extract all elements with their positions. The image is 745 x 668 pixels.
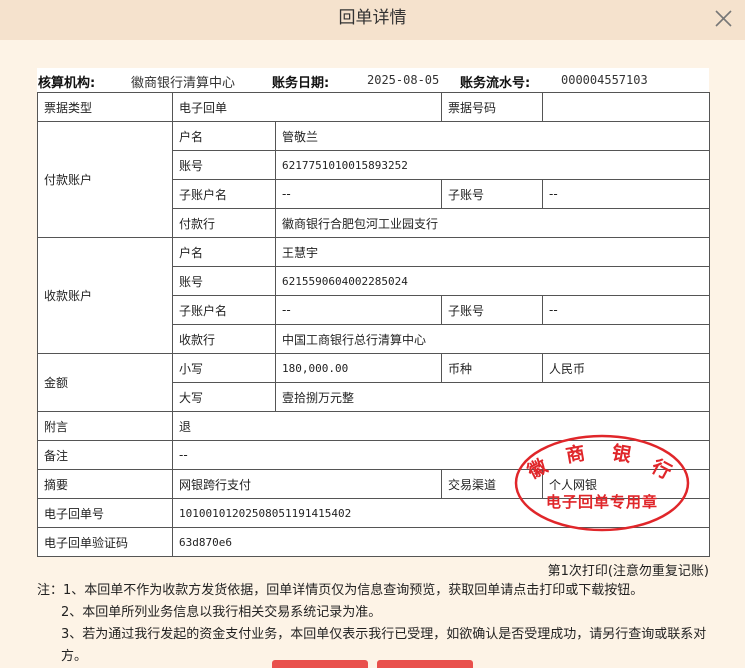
- payer-section-label: 付款账户: [37, 121, 173, 238]
- summary-value: 网银跨行支付: [171, 469, 443, 499]
- svg-text:行: 行: [647, 454, 675, 484]
- bill-type-label: 票据类型: [37, 92, 173, 122]
- bill-type-value: 电子回单: [171, 92, 443, 122]
- verify-code-label: 电子回单验证码: [37, 527, 173, 557]
- remark-label: 备注: [37, 440, 173, 470]
- payer-name: 管敬兰: [274, 121, 711, 151]
- note-item: 3、若为通过我行发起的资金支付业务，本回单仅表示我行已受理，如欲确认是否受理成功…: [61, 627, 707, 664]
- payer-name-label: 户名: [172, 121, 276, 151]
- notes-section: 注：1、本回单不作为收款方发货依据，回单详情页仅为信息查询预览，获取回单请点击打…: [37, 580, 709, 668]
- summary-label: 摘要: [37, 469, 173, 499]
- currency-label: 币种: [441, 353, 544, 383]
- note-item: 2、本回单所列业务信息以我行相关交易系统记录为准。: [61, 605, 382, 620]
- payee-sub-no-label: 子账号: [441, 295, 544, 325]
- payee-sub-name-label: 子账户名: [172, 295, 276, 325]
- serial-value: 000004557103: [561, 73, 648, 87]
- postscript-label: 附言: [37, 411, 173, 441]
- payee-bank-label: 收款行: [172, 324, 276, 354]
- receipt-no-label: 电子回单号: [37, 498, 173, 528]
- date-label: 账务日期:: [272, 76, 330, 91]
- table-row: 金额 小写 180,000.00 币种 人民币: [37, 353, 711, 412]
- amount-big-label: 大写: [172, 382, 276, 412]
- table-row: 付款账户 户名 管敬兰: [37, 121, 711, 238]
- payee-sub-name: --: [274, 295, 443, 325]
- payer-sub-no-label: 子账号: [441, 179, 544, 209]
- bank-seal-stamp: 徽 商 银 行 电子回单专用章: [512, 433, 692, 533]
- bill-no-label: 票据号码: [441, 92, 544, 122]
- note-item: 注：1、本回单不作为收款方发货依据，回单详情页仅为信息查询预览，获取回单请点击打…: [37, 583, 644, 598]
- payer-bank-label: 付款行: [172, 208, 276, 238]
- payee-acct-label: 账号: [172, 266, 276, 296]
- serial-label: 账务流水号:: [460, 76, 531, 91]
- table-row: 收款账户 户名 王慧宇: [37, 237, 711, 354]
- dialog-title: 回单详情: [338, 8, 407, 28]
- print-count-note: 第1次打印(注意勿重复记账): [547, 564, 709, 579]
- date-value: 2025-08-05: [367, 73, 440, 87]
- payee-bank: 中国工商银行总行清算中心: [274, 324, 711, 354]
- dialog-titlebar: 回单详情: [0, 0, 745, 40]
- org-label: 核算机构:: [38, 76, 96, 91]
- payee-acct: 6215590604002285024: [274, 266, 711, 296]
- table-row: 票据类型 电子回单 票据号码: [37, 92, 711, 122]
- svg-text:商: 商: [564, 441, 587, 467]
- payee-name-label: 户名: [172, 237, 276, 267]
- payer-sub-name: --: [274, 179, 443, 209]
- amount-small-label: 小写: [172, 353, 276, 383]
- payee-name: 王慧宇: [274, 237, 711, 267]
- payee-section-label: 收款账户: [37, 237, 173, 354]
- payer-sub-no: --: [542, 179, 711, 209]
- org-value: 徽商银行清算中心: [131, 76, 236, 91]
- seal-text: 电子回单专用章: [545, 493, 658, 511]
- payee-sub-no: --: [542, 295, 711, 325]
- close-icon[interactable]: [710, 6, 736, 30]
- receipt-header: 核算机构: 徽商银行清算中心 账务日期: 2025-08-05 账务流水号: 0…: [37, 70, 709, 92]
- amount-section-label: 金额: [37, 353, 173, 412]
- payer-sub-name-label: 子账户名: [172, 179, 276, 209]
- svg-text:银: 银: [610, 441, 634, 467]
- amount-big: 壹拾捌万元整: [274, 382, 711, 412]
- amount-small: 180,000.00: [274, 353, 443, 383]
- payer-acct-label: 账号: [172, 150, 276, 180]
- payer-acct: 6217751010015893252: [274, 150, 711, 180]
- currency-value: 人民币: [542, 353, 711, 383]
- payer-bank: 徽商银行合肥包河工业园支行: [274, 208, 711, 238]
- bill-no-value: [542, 92, 711, 122]
